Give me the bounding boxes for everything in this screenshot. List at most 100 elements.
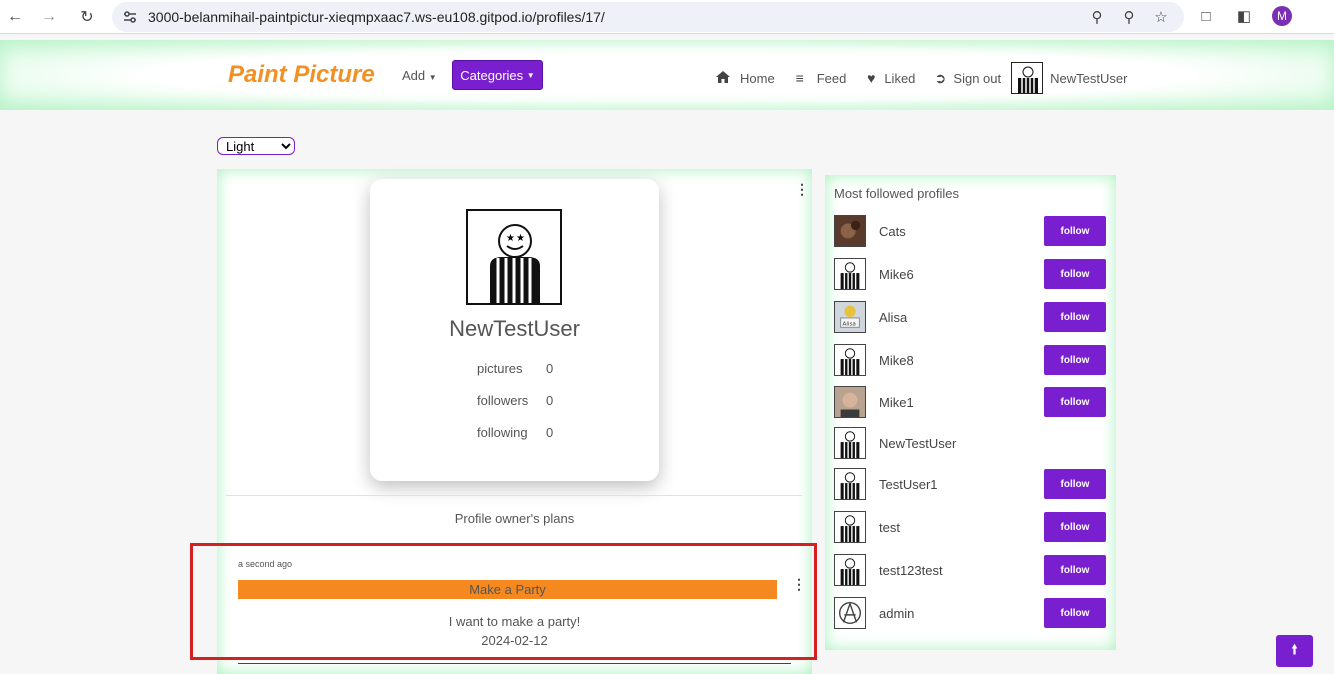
extensions-icon[interactable]: □ bbox=[1196, 6, 1216, 26]
profile-row-name[interactable]: test123test bbox=[879, 563, 1044, 578]
zoom-icon[interactable]: ⚲ bbox=[1120, 8, 1138, 26]
side-panel-icon[interactable]: ◧ bbox=[1234, 6, 1254, 26]
stat-label: pictures bbox=[477, 361, 523, 376]
follow-button[interactable]: follow bbox=[1044, 469, 1106, 499]
categories-label: Categories bbox=[460, 67, 524, 83]
nav-profile[interactable]: NewTestUser bbox=[1011, 62, 1127, 94]
follow-button[interactable]: follow bbox=[1044, 216, 1106, 246]
browser-profile-avatar[interactable]: M bbox=[1272, 6, 1292, 26]
profile-row[interactable]: NewTestUser bbox=[834, 427, 1106, 459]
profile-row[interactable]: admin follow bbox=[834, 597, 1106, 629]
follow-button[interactable]: follow bbox=[1044, 302, 1106, 332]
caret-down-icon: ▼ bbox=[428, 73, 437, 82]
profile-row[interactable]: test follow bbox=[834, 511, 1106, 543]
plan-options-icon[interactable]: ⋮ bbox=[792, 576, 806, 593]
profile-row-name[interactable]: admin bbox=[879, 606, 1044, 621]
sidebar-title: Most followed profiles bbox=[834, 186, 959, 201]
profile-row-avatar[interactable] bbox=[834, 344, 866, 376]
add-dropdown[interactable]: Add ▼ bbox=[402, 68, 437, 83]
profile-card: ★ ★ NewTestUser pictures 0 followers 0 f… bbox=[370, 179, 659, 481]
list-icon: ≡ bbox=[795, 70, 804, 86]
plans-title: Profile owner's plans bbox=[454, 511, 575, 526]
browser-toolbar: ← → ↻ 3000-belanmihail-paintpictur-xieqm… bbox=[0, 0, 1334, 34]
follow-button[interactable]: follow bbox=[1044, 512, 1106, 542]
categories-dropdown-button[interactable]: Categories ▼ bbox=[452, 60, 543, 90]
profile-row-name[interactable]: NewTestUser bbox=[879, 436, 1106, 451]
profile-row-name[interactable]: TestUser1 bbox=[879, 477, 1044, 492]
follow-button[interactable]: follow bbox=[1044, 387, 1106, 417]
more-options-icon[interactable]: ⋮ bbox=[795, 181, 809, 198]
profile-row-name[interactable]: Cats bbox=[879, 224, 1044, 239]
divider bbox=[226, 495, 802, 496]
nav-username: NewTestUser bbox=[1050, 70, 1128, 86]
arrow-up-icon: 🠙 bbox=[1290, 641, 1298, 657]
follow-button[interactable]: follow bbox=[1044, 259, 1106, 289]
forward-arrow-icon[interactable]: → bbox=[38, 6, 60, 28]
heart-icon: ♥ bbox=[867, 70, 876, 86]
profile-avatar: ★ ★ bbox=[466, 209, 562, 305]
plan-date: 2024-02-12 bbox=[481, 633, 548, 648]
nav-liked[interactable]: ♥ Liked bbox=[862, 70, 915, 86]
stat-value: 0 bbox=[546, 393, 554, 408]
user-avatar bbox=[1011, 62, 1044, 94]
nav-home[interactable]: Home bbox=[714, 70, 775, 87]
nav-sign-out-label: Sign out bbox=[953, 70, 1002, 86]
site-settings-icon[interactable] bbox=[122, 9, 138, 25]
profile-row[interactable]: test123test follow bbox=[834, 554, 1106, 586]
stat-label: followers bbox=[477, 393, 529, 408]
site-navbar: Paint Picture Add ▼ Categories ▼ Home ≡ … bbox=[0, 40, 1334, 110]
star-icon[interactable]: ☆ bbox=[1152, 8, 1170, 26]
profile-row-avatar[interactable] bbox=[834, 215, 866, 247]
profile-row-avatar[interactable] bbox=[834, 258, 866, 290]
nav-liked-label: Liked bbox=[884, 70, 916, 86]
back-arrow-icon[interactable]: ← bbox=[4, 6, 26, 28]
profile-row[interactable]: Alisa Alisa follow bbox=[834, 301, 1106, 333]
follow-button[interactable]: follow bbox=[1044, 345, 1106, 375]
sign-out-icon: ➲ bbox=[934, 69, 947, 86]
theme-select[interactable]: Light bbox=[217, 137, 295, 155]
profile-row[interactable]: Cats follow bbox=[834, 215, 1106, 247]
profile-row-avatar[interactable] bbox=[834, 554, 866, 586]
plan-time: a second ago bbox=[238, 559, 293, 569]
follow-button[interactable]: follow bbox=[1044, 555, 1106, 585]
plan-text: I want to make a party! bbox=[448, 614, 581, 629]
stat-pictures: pictures 0 bbox=[477, 361, 567, 376]
profile-row-name[interactable]: Mike8 bbox=[879, 353, 1044, 368]
profile-row-avatar[interactable] bbox=[834, 597, 866, 629]
nav-feed[interactable]: ≡ Feed bbox=[791, 70, 847, 86]
stat-followers: followers 0 bbox=[477, 393, 567, 408]
profile-row[interactable]: Mike8 follow bbox=[834, 344, 1106, 376]
stat-label: following bbox=[477, 425, 528, 440]
profile-row-avatar[interactable]: Alisa bbox=[834, 301, 866, 333]
profile-row-name[interactable]: test bbox=[879, 520, 1044, 535]
follow-button[interactable]: follow bbox=[1044, 598, 1106, 628]
most-followed-sidebar: Most followed profiles Cats follow Mike6 fo… bbox=[825, 175, 1116, 650]
add-label: Add bbox=[402, 68, 426, 83]
brand-logo[interactable]: Paint Picture bbox=[228, 61, 375, 89]
svg-text:★: ★ bbox=[506, 233, 515, 244]
reload-icon[interactable]: ↻ bbox=[76, 6, 98, 28]
profile-row-name[interactable]: Alisa bbox=[879, 310, 1044, 325]
nav-feed-label: Feed bbox=[816, 70, 847, 86]
profile-row-name[interactable]: Mike6 bbox=[879, 267, 1044, 282]
stat-following: following 0 bbox=[477, 425, 567, 440]
profile-row[interactable]: Mike6 follow bbox=[834, 258, 1106, 290]
address-bar[interactable]: 3000-belanmihail-paintpictur-xieqmpxaac7… bbox=[112, 2, 1184, 32]
nav-sign-out[interactable]: ➲ Sign out bbox=[931, 69, 1002, 87]
key-icon[interactable]: ⚲ bbox=[1088, 8, 1106, 26]
stat-value: 0 bbox=[546, 425, 554, 440]
stat-value: 0 bbox=[546, 361, 554, 376]
profile-row-avatar[interactable] bbox=[834, 468, 866, 500]
svg-text:Alisa: Alisa bbox=[843, 321, 856, 327]
home-icon bbox=[714, 70, 732, 87]
url-text: 3000-belanmihail-paintpictur-xieqmpxaac7… bbox=[148, 9, 605, 25]
profile-row[interactable]: TestUser1 follow bbox=[834, 468, 1106, 500]
svg-text:★: ★ bbox=[516, 233, 525, 244]
profile-row-avatar[interactable] bbox=[834, 427, 866, 459]
profile-row[interactable]: Mike1 follow bbox=[834, 386, 1106, 418]
plan-divider bbox=[238, 663, 791, 664]
scroll-top-button[interactable]: 🠙 bbox=[1276, 635, 1313, 667]
profile-row-avatar[interactable] bbox=[834, 511, 866, 543]
profile-row-name[interactable]: Mike1 bbox=[879, 395, 1044, 410]
profile-row-avatar[interactable] bbox=[834, 386, 866, 418]
